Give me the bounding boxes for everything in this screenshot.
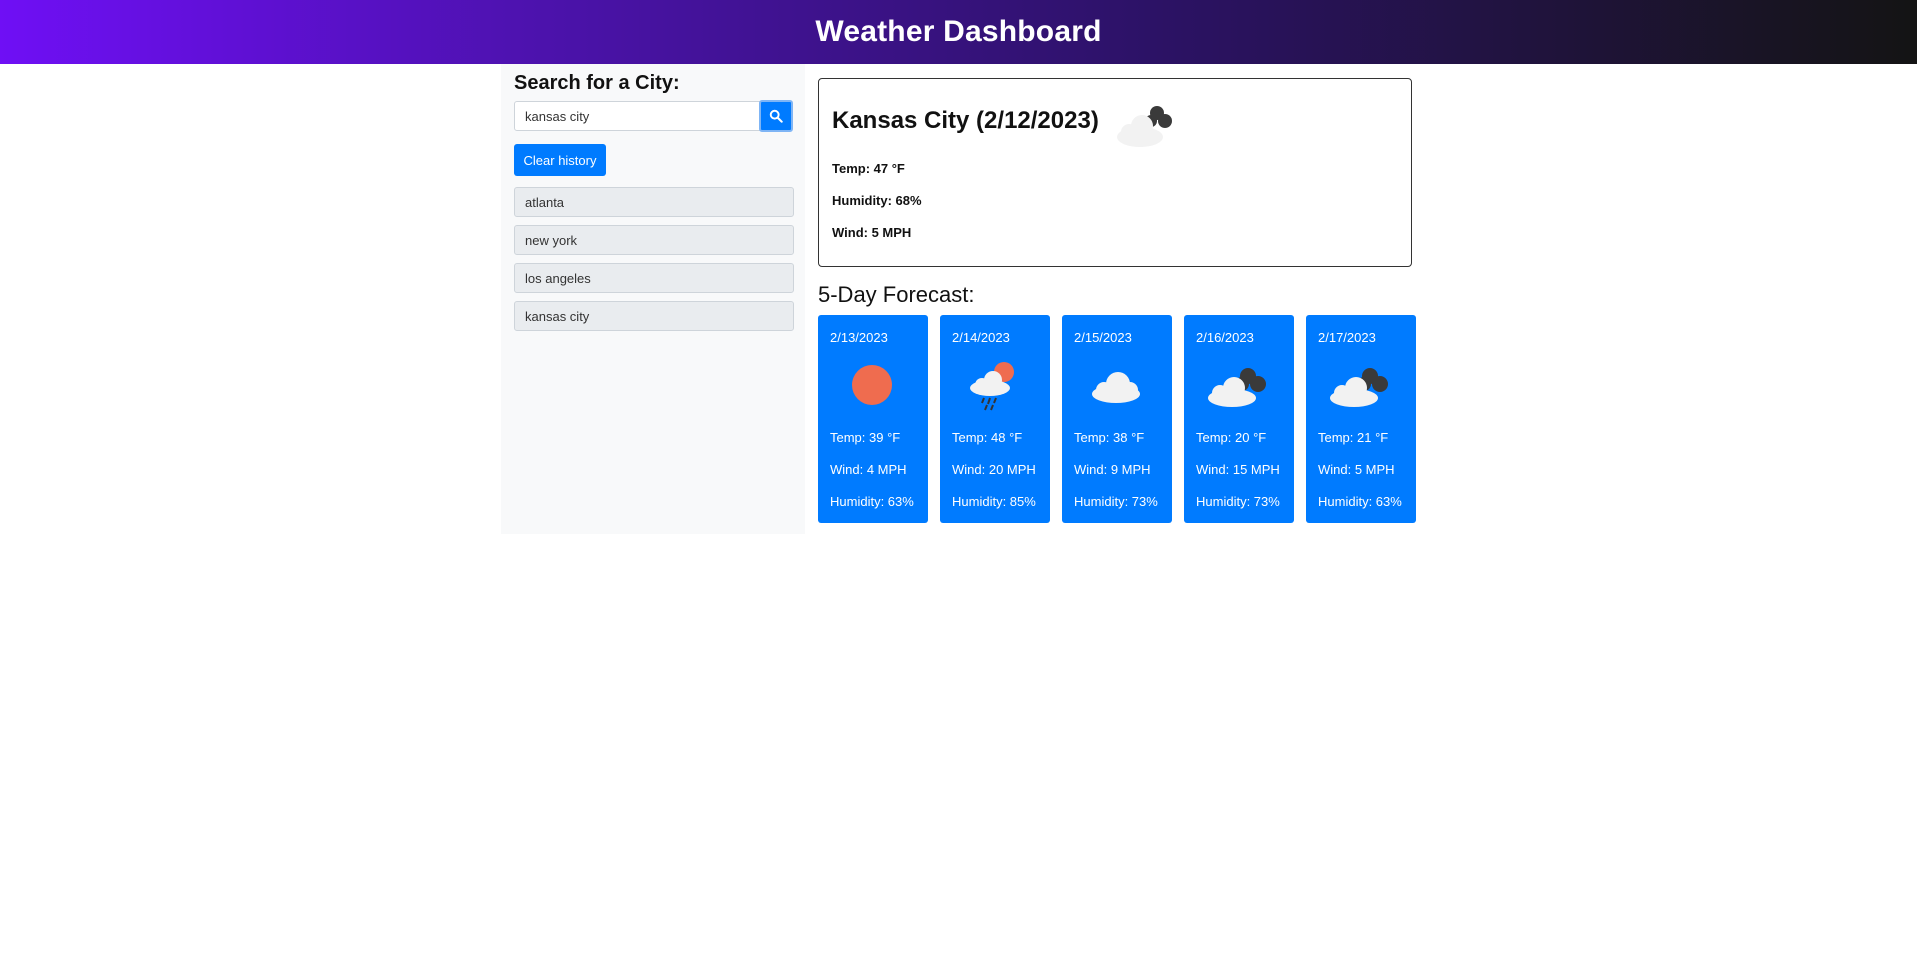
search-history-list: atlanta new york los angeles kansas city bbox=[514, 187, 794, 339]
forecast-temp: Temp: 38 °F bbox=[1074, 430, 1145, 445]
clear-history-button[interactable]: Clear history bbox=[514, 144, 606, 176]
forecast-card: 2/15/2023 Temp: 38 °F Wind: 9 MPH Humidi… bbox=[1062, 315, 1172, 523]
forecast-temp: Temp: 48 °F bbox=[952, 430, 1023, 445]
search-sidebar: Search for a City: Clear history atlanta… bbox=[501, 64, 805, 534]
city-search-input[interactable] bbox=[514, 101, 768, 131]
forecast-wind: Wind: 20 MPH bbox=[952, 462, 1036, 477]
forecast-humidity: Humidity: 63% bbox=[830, 494, 914, 509]
forecast-card: 2/13/2023 Temp: 39 °F Wind: 4 MPH Humidi… bbox=[818, 315, 928, 523]
forecast-humidity: Humidity: 85% bbox=[952, 494, 1036, 509]
search-button[interactable] bbox=[759, 100, 793, 132]
current-wind: Wind: 5 MPH bbox=[832, 225, 912, 240]
page-title: Weather Dashboard bbox=[815, 15, 1102, 48]
forecast-humidity: Humidity: 63% bbox=[1318, 494, 1402, 509]
history-item-los-angeles[interactable]: los angeles bbox=[514, 263, 794, 293]
forecast-temp: Temp: 39 °F bbox=[830, 430, 901, 445]
current-weather-card: Kansas City (2/12/2023) Temp: 47 °F Humi… bbox=[818, 78, 1412, 267]
sun-icon bbox=[852, 365, 892, 405]
forecast-temp: Temp: 21 °F bbox=[1318, 430, 1389, 445]
forecast-card: 2/17/2023 Temp: 21 °F Wind: 5 MPH Humidi… bbox=[1306, 315, 1416, 523]
current-humidity: Humidity: 68% bbox=[832, 193, 922, 208]
search-title: Search for a City: bbox=[514, 72, 680, 94]
forecast-date: 2/14/2023 bbox=[952, 330, 1010, 345]
forecast-card: 2/14/2023 Temp: 48 °F Wind: 20 MPH Humid… bbox=[940, 315, 1050, 523]
forecast-wind: Wind: 15 MPH bbox=[1196, 462, 1280, 477]
forecast-wind: Wind: 5 MPH bbox=[1318, 462, 1395, 477]
forecast-wind: Wind: 9 MPH bbox=[1074, 462, 1151, 477]
forecast-date: 2/13/2023 bbox=[830, 330, 888, 345]
forecast-humidity: Humidity: 73% bbox=[1196, 494, 1280, 509]
cloud-icon bbox=[1092, 372, 1140, 403]
history-item-atlanta[interactable]: atlanta bbox=[514, 187, 794, 217]
forecast-date: 2/17/2023 bbox=[1318, 330, 1376, 345]
dark-cloud-icon bbox=[1330, 368, 1388, 407]
current-city-title: Kansas City (2/12/2023) bbox=[832, 107, 1099, 134]
forecast-card: 2/16/2023 Temp: 20 °F Wind: 15 MPH Humid… bbox=[1184, 315, 1294, 523]
dark-cloud-icon bbox=[1208, 368, 1266, 407]
history-item-kansas-city[interactable]: kansas city bbox=[514, 301, 794, 331]
dark-cloud-icon bbox=[1117, 106, 1172, 147]
forecast-date: 2/15/2023 bbox=[1074, 330, 1132, 345]
current-temp: Temp: 47 °F bbox=[832, 161, 905, 176]
search-icon bbox=[769, 109, 783, 123]
forecast-temp: Temp: 20 °F bbox=[1196, 430, 1267, 445]
forecast-wind: Wind: 4 MPH bbox=[830, 462, 907, 477]
forecast-heading: 5-Day Forecast: bbox=[818, 282, 975, 307]
rain-sun-icon bbox=[970, 362, 1014, 411]
forecast-date: 2/16/2023 bbox=[1196, 330, 1254, 345]
history-item-new-york[interactable]: new york bbox=[514, 225, 794, 255]
app-header: Weather Dashboard bbox=[0, 0, 1917, 64]
forecast-humidity: Humidity: 73% bbox=[1074, 494, 1158, 509]
forecast-row: 2/13/2023 Temp: 39 °F Wind: 4 MPH Humidi… bbox=[818, 315, 1416, 523]
